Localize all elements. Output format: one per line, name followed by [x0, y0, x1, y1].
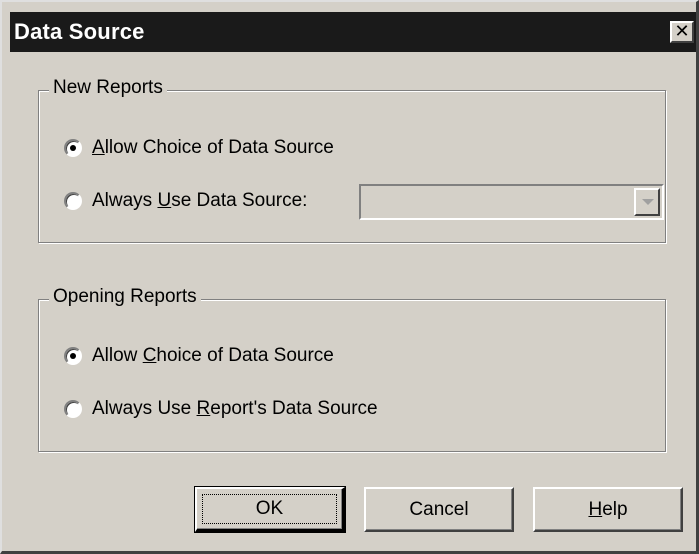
new-reports-always-use-radio[interactable]: [64, 192, 82, 210]
opening-reports-always-use-option[interactable]: Always Use Report's Data Source: [64, 396, 378, 422]
close-button[interactable]: ✕: [670, 21, 694, 43]
opening-reports-allow-choice-label: Allow Choice of Data Source: [92, 345, 334, 366]
chevron-down-icon: [642, 199, 654, 205]
dialog-title: Data Source: [14, 19, 145, 44]
opening-reports-allow-choice-radio[interactable]: [64, 347, 82, 365]
help-button[interactable]: Help: [533, 487, 683, 532]
data-source-dialog: Data Source ✕ New Reports Allow Choice o…: [0, 0, 699, 554]
new-reports-allow-choice-label: Allow Choice of Data Source: [92, 137, 334, 158]
opening-reports-group: Opening Reports: [38, 286, 666, 452]
opening-reports-group-title: Opening Reports: [49, 286, 201, 308]
cancel-button-label: Cancel: [409, 498, 469, 520]
new-reports-group: New Reports: [38, 77, 666, 243]
ok-button[interactable]: OK: [194, 486, 346, 533]
opening-reports-always-use-label: Always Use Report's Data Source: [92, 398, 378, 419]
ok-button-label: OK: [255, 498, 284, 519]
new-reports-always-use-option[interactable]: Always Use Data Source:: [64, 188, 307, 214]
opening-reports-always-use-radio[interactable]: [64, 400, 82, 418]
new-reports-allow-choice-radio[interactable]: [64, 139, 82, 157]
opening-reports-allow-choice-option[interactable]: Allow Choice of Data Source: [64, 343, 334, 369]
new-reports-allow-choice-option[interactable]: Allow Choice of Data Source: [64, 135, 334, 161]
close-icon: ✕: [674, 21, 690, 41]
ok-button-focus-ring: OK: [202, 494, 337, 524]
data-source-dropdown-button[interactable]: [634, 188, 660, 216]
help-button-label: Help: [588, 498, 628, 520]
new-reports-group-title: New Reports: [49, 77, 167, 99]
title-bar: Data Source ✕: [10, 12, 696, 52]
new-reports-always-use-label: Always Use Data Source:: [92, 190, 308, 211]
data-source-combobox[interactable]: [359, 184, 664, 220]
cancel-button[interactable]: Cancel: [364, 487, 514, 532]
